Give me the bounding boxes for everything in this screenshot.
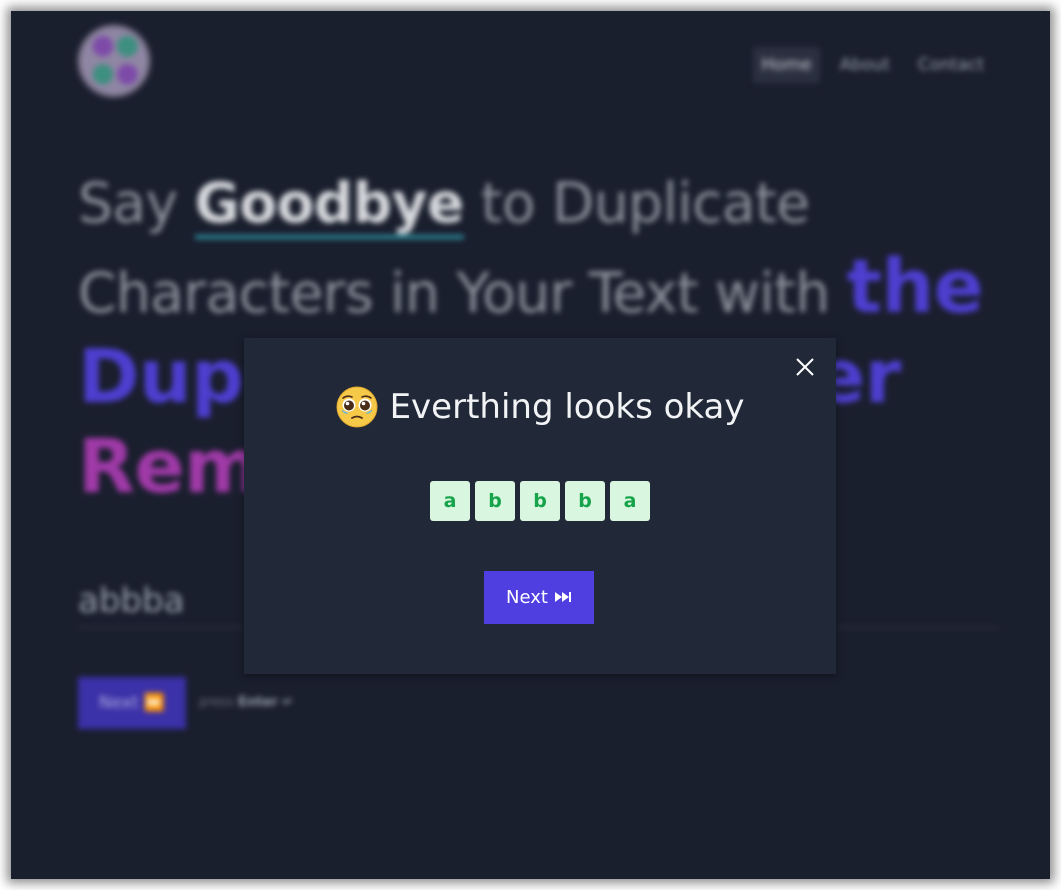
- close-icon[interactable]: [794, 356, 816, 378]
- next-button-label: Next: [506, 587, 548, 608]
- modal-title-text: Everthing looks okay: [389, 387, 745, 427]
- hero-highlight: Goodbye: [194, 171, 464, 239]
- character-list: a b b b a: [244, 481, 836, 521]
- modal-title: Everthing looks okay: [244, 386, 836, 428]
- top-nav: Home About Contact: [753, 47, 992, 83]
- browser-viewport: Home About Contact Say Goodbye to Duplic…: [11, 11, 1050, 879]
- nav-about[interactable]: About: [832, 47, 898, 83]
- fast-forward-icon: [554, 587, 572, 608]
- hero-text-1: Say: [78, 171, 195, 235]
- character-tile: b: [565, 481, 605, 521]
- result-modal: Everthing looks okay a b b b a Next: [244, 338, 836, 674]
- character-tile: a: [610, 481, 650, 521]
- character-tile: a: [430, 481, 470, 521]
- hint-key: Enter ↵: [238, 695, 293, 710]
- character-tile: b: [520, 481, 560, 521]
- character-tile: b: [475, 481, 515, 521]
- next-button[interactable]: Next: [484, 571, 594, 624]
- nav-contact[interactable]: Contact: [910, 47, 992, 83]
- logo[interactable]: [77, 24, 151, 98]
- pleading-face-emoji-icon: [336, 386, 378, 428]
- enter-hint: press Enter ↵: [199, 695, 293, 710]
- nav-home[interactable]: Home: [753, 47, 820, 83]
- background-next-button[interactable]: Next ⏩: [78, 677, 186, 729]
- hint-prefix: press: [199, 695, 234, 710]
